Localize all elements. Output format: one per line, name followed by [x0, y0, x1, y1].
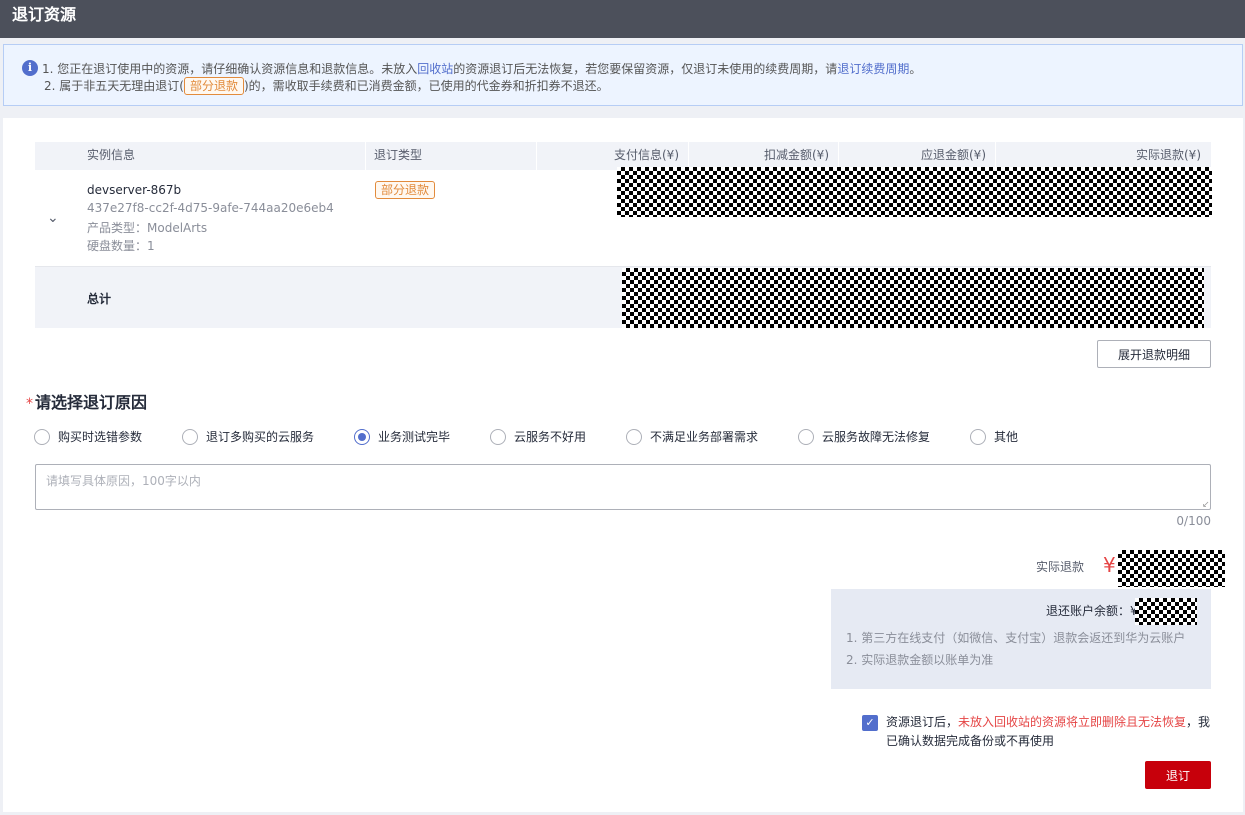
reason-textarea[interactable]: [35, 464, 1211, 510]
char-counter: 0/100: [1176, 514, 1211, 528]
page-title: 退订资源: [0, 0, 1245, 38]
redacted-amounts: [617, 167, 1212, 217]
product-type: 产品类型：ModelArts: [87, 221, 208, 235]
confirm-checkbox[interactable]: ✓: [862, 715, 878, 731]
notice-banner: i 1. 您正在退订使用中的资源，请仔细确认资源信息和退款信息。未放入回收站的资…: [3, 44, 1243, 106]
reason-option-not-meet-needs[interactable]: 不满足业务部署需求: [626, 428, 758, 445]
currency-symbol: ¥: [1103, 553, 1116, 577]
header-refundable: 应退金额(¥): [921, 148, 986, 162]
total-label: 总计: [87, 292, 112, 306]
refund-type-tag: 部分退款: [375, 181, 436, 199]
header-deduction: 扣减金额(¥): [764, 148, 829, 162]
reason-option-extra-purchase[interactable]: 退订多购买的云服务: [182, 428, 314, 445]
disk-count: 硬盘数量：1: [87, 239, 155, 253]
actual-refund-label: 实际退款: [1036, 560, 1085, 574]
unsubscribe-renewal-link[interactable]: 退订续费周期: [837, 62, 909, 76]
refund-note-2: 2. 实际退款金额以账单为准: [846, 653, 994, 667]
expand-refund-details-button[interactable]: 展开退款明细: [1097, 340, 1211, 368]
reason-option-fault[interactable]: 云服务故障无法修复: [798, 428, 930, 445]
reason-option-other[interactable]: 其他: [970, 428, 1018, 445]
reason-option-bad-service[interactable]: 云服务不好用: [490, 428, 586, 445]
reason-section-title: * 请选择退订原因: [26, 393, 148, 412]
header-unsubscribe-type: 退订类型: [374, 148, 423, 162]
unsubscribe-submit-button[interactable]: 退订: [1145, 761, 1211, 789]
recycle-bin-link[interactable]: 回收站: [417, 62, 453, 76]
balance-label: 退还账户余额：¥: [1046, 604, 1138, 618]
chevron-down-icon[interactable]: ⌄: [47, 210, 59, 226]
info-icon: i: [22, 60, 38, 76]
redacted-refund-amount: [1118, 550, 1225, 587]
confirm-text: 资源退订后，未放入回收站的资源将立即删除且无法恢复，我已确认数据完成备份或不再使…: [886, 715, 1211, 748]
resize-handle-icon[interactable]: ↙: [1202, 501, 1210, 510]
header-payment-info: 支付信息(¥): [614, 148, 679, 162]
notice-line-1: 1. 您正在退订使用中的资源，请仔细确认资源信息和退款信息。未放入回收站的资源退…: [42, 62, 922, 76]
table-header: 实例信息 退订类型 支付信息(¥) 扣减金额(¥) 应退金额(¥) 实际退款(¥…: [35, 142, 1211, 170]
refund-note-1: 1. 第三方在线支付（如微信、支付宝）退款会返还到华为云账户: [846, 631, 1186, 645]
redacted-total-amounts: [622, 268, 1204, 328]
reason-option-wrong-params[interactable]: 购买时选错参数: [34, 428, 142, 445]
partial-refund-tag: 部分退款: [183, 77, 244, 95]
redacted-balance: [1135, 598, 1197, 625]
header-actual-refund: 实际退款(¥): [1136, 148, 1201, 162]
notice-line-2: 2. 属于非五天无理由退订(部分退款)的，需收取手续费和已消费金额，已使用的代金…: [44, 77, 609, 95]
reason-option-test-done[interactable]: 业务测试完毕: [354, 428, 450, 445]
header-instance-info: 实例信息: [87, 148, 136, 162]
instance-name: devserver-867b: [87, 183, 182, 197]
instance-id: 437e27f8-cc2f-4d75-9afe-744aa20e6eb4: [87, 201, 334, 215]
